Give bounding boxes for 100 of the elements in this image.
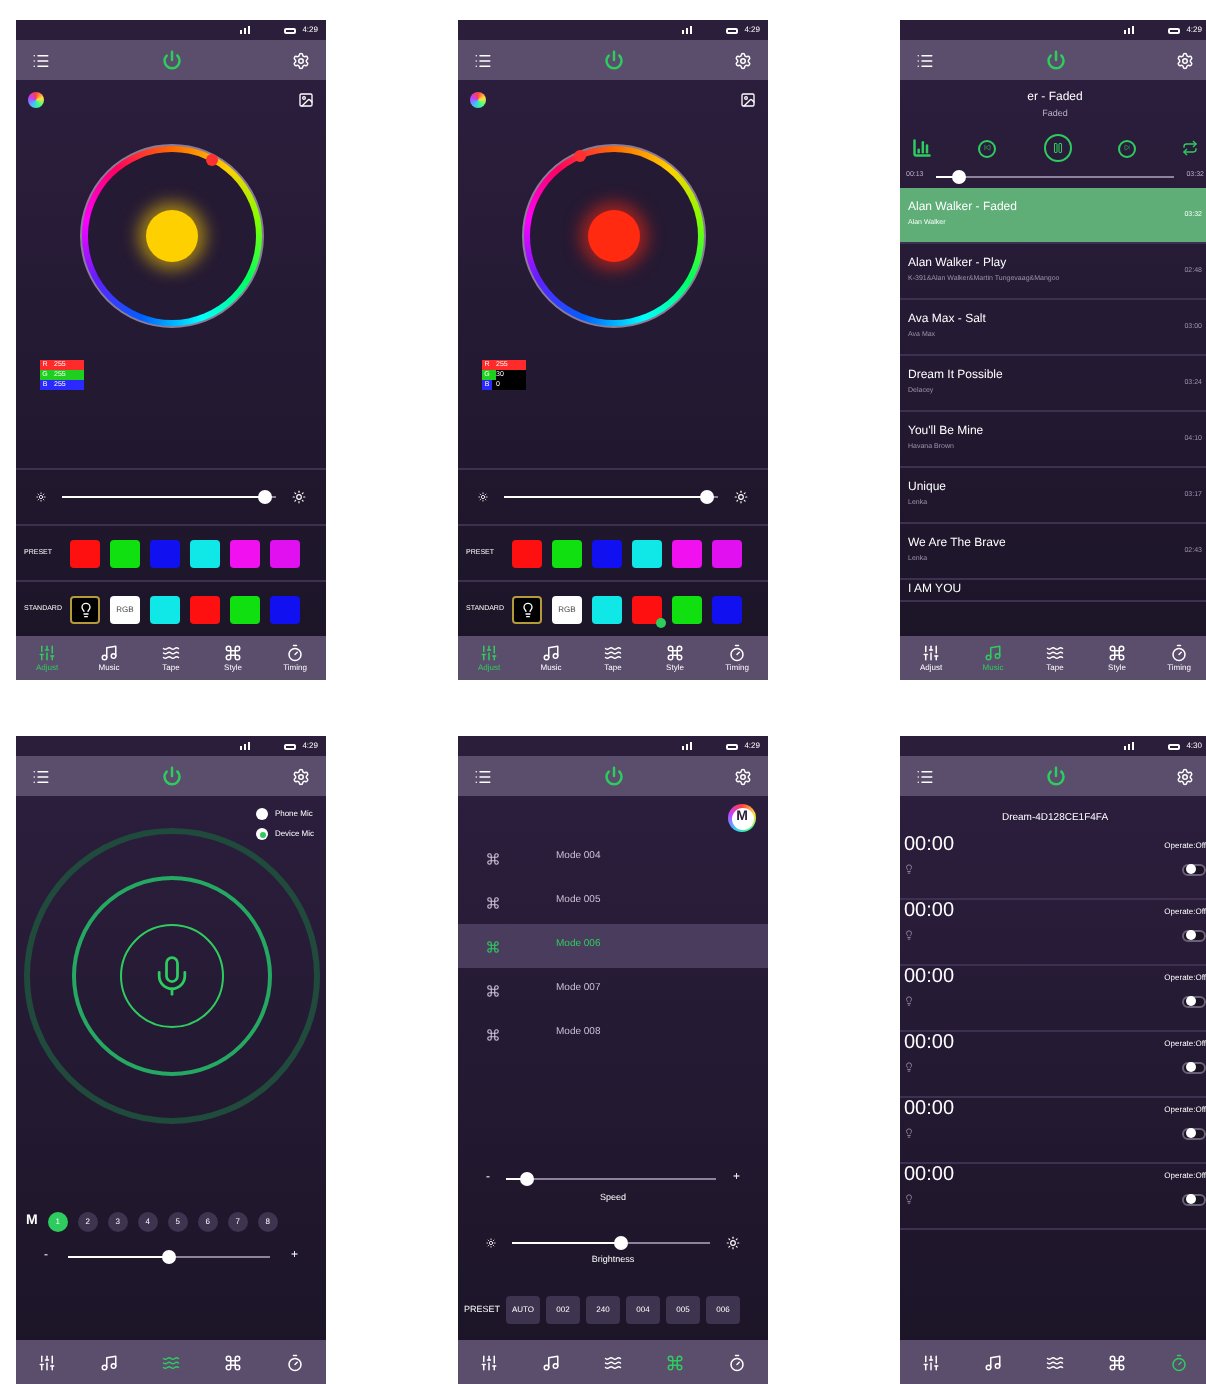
slider-thumb[interactable] bbox=[162, 1249, 177, 1263]
previous-button[interactable] bbox=[978, 139, 997, 157]
slider[interactable] bbox=[935, 169, 1175, 183]
repeat-icon[interactable] bbox=[1182, 140, 1198, 156]
radio-button[interactable] bbox=[256, 828, 269, 840]
color-swatch[interactable] bbox=[712, 539, 742, 567]
color-swatch[interactable] bbox=[150, 595, 180, 623]
settings-icon[interactable] bbox=[734, 767, 752, 785]
sliders-icon bbox=[38, 644, 56, 662]
power-icon[interactable] bbox=[603, 766, 623, 786]
menu-icon[interactable] bbox=[916, 767, 934, 785]
settings-icon[interactable] bbox=[734, 51, 752, 69]
waves-icon bbox=[162, 1353, 180, 1371]
waves-icon bbox=[604, 644, 622, 662]
color-palette-icon[interactable] bbox=[28, 92, 44, 108]
color-swatch[interactable] bbox=[190, 539, 220, 567]
color-swatch[interactable] bbox=[270, 539, 300, 567]
dim-sun-icon bbox=[486, 1238, 496, 1249]
power-icon[interactable] bbox=[603, 50, 623, 70]
menu-icon[interactable] bbox=[474, 51, 492, 69]
command-icon bbox=[224, 644, 242, 662]
settings-icon[interactable] bbox=[292, 767, 310, 785]
toggle-switch[interactable] bbox=[1182, 995, 1206, 1007]
bulb-button[interactable] bbox=[70, 595, 100, 623]
color-swatch[interactable] bbox=[592, 595, 622, 623]
menu-icon[interactable] bbox=[474, 767, 492, 785]
power-icon[interactable] bbox=[1045, 766, 1065, 786]
pause-button[interactable] bbox=[1043, 134, 1071, 162]
toggle-switch[interactable] bbox=[1182, 1193, 1206, 1205]
slider[interactable] bbox=[504, 490, 718, 504]
wheel-thumb[interactable] bbox=[574, 150, 587, 163]
next-button[interactable] bbox=[1117, 139, 1136, 157]
toggle-switch[interactable] bbox=[1182, 863, 1206, 875]
slider-thumb[interactable] bbox=[520, 1171, 535, 1185]
slider-thumb[interactable] bbox=[258, 490, 273, 504]
toggle-switch[interactable] bbox=[1182, 1127, 1206, 1139]
menu-icon[interactable] bbox=[916, 51, 934, 69]
bright-sun-icon bbox=[726, 1236, 740, 1251]
bulb-icon bbox=[904, 864, 914, 874]
signal-icon bbox=[1124, 742, 1135, 750]
color-swatch[interactable] bbox=[230, 595, 260, 623]
command-icon bbox=[666, 1353, 684, 1371]
slider-thumb[interactable] bbox=[952, 169, 967, 183]
slider-thumb[interactable] bbox=[613, 1236, 628, 1251]
mic-button[interactable] bbox=[119, 924, 223, 1028]
timer-time: 00:00 bbox=[904, 965, 955, 989]
color-swatch[interactable] bbox=[70, 539, 100, 567]
settings-icon[interactable] bbox=[292, 51, 310, 69]
toggle-switch[interactable] bbox=[1182, 929, 1206, 941]
power-icon[interactable] bbox=[161, 766, 181, 786]
color-swatch[interactable] bbox=[150, 539, 180, 567]
bulb-button[interactable] bbox=[512, 595, 542, 623]
toggle-switch[interactable] bbox=[1182, 1061, 1206, 1073]
power-icon[interactable] bbox=[161, 50, 181, 70]
color-swatch[interactable] bbox=[270, 595, 300, 623]
color-palette-icon[interactable] bbox=[470, 92, 486, 108]
command-icon bbox=[486, 983, 500, 997]
sliders-icon bbox=[38, 1353, 56, 1371]
color-swatch[interactable] bbox=[632, 595, 662, 623]
battery-icon bbox=[284, 27, 297, 33]
command-icon bbox=[486, 895, 500, 909]
command-icon bbox=[1108, 1353, 1126, 1371]
timer-time: 00:00 bbox=[904, 1163, 955, 1187]
slider[interactable] bbox=[62, 490, 276, 504]
bulb-icon bbox=[904, 1194, 914, 1204]
battery-icon bbox=[726, 27, 739, 33]
equalizer-icon[interactable] bbox=[912, 138, 932, 158]
signal-icon bbox=[682, 26, 693, 34]
slider[interactable] bbox=[512, 1236, 710, 1251]
menu-icon[interactable] bbox=[32, 767, 50, 785]
slider[interactable] bbox=[506, 1171, 717, 1185]
color-swatch[interactable] bbox=[552, 539, 582, 567]
menu-icon[interactable] bbox=[32, 51, 50, 69]
color-swatch[interactable] bbox=[632, 539, 662, 567]
settings-icon[interactable] bbox=[1176, 767, 1194, 785]
bulb-icon bbox=[904, 1128, 914, 1138]
command-icon bbox=[486, 1027, 500, 1041]
color-swatch[interactable] bbox=[592, 539, 622, 567]
settings-icon[interactable] bbox=[1176, 51, 1194, 69]
color-swatch[interactable] bbox=[672, 595, 702, 623]
signal-icon bbox=[240, 26, 251, 34]
battery-icon bbox=[1168, 743, 1181, 749]
color-swatch[interactable] bbox=[512, 539, 542, 567]
color-swatch[interactable] bbox=[190, 595, 220, 623]
image-icon[interactable] bbox=[298, 92, 314, 108]
color-swatch[interactable] bbox=[110, 539, 140, 567]
image-icon[interactable] bbox=[740, 92, 756, 108]
slider-thumb[interactable] bbox=[700, 490, 715, 504]
power-icon[interactable] bbox=[1045, 50, 1065, 70]
bright-sun-icon bbox=[734, 490, 748, 504]
radio-button[interactable] bbox=[256, 808, 269, 820]
color-swatch[interactable] bbox=[672, 539, 702, 567]
dim-sun-icon bbox=[478, 492, 488, 502]
color-swatch[interactable] bbox=[712, 595, 742, 623]
command-icon bbox=[666, 644, 684, 662]
slider[interactable] bbox=[68, 1249, 271, 1263]
color-swatch[interactable] bbox=[230, 539, 260, 567]
sliders-icon bbox=[922, 1353, 940, 1371]
bulb-icon bbox=[904, 996, 914, 1006]
timer-time: 00:00 bbox=[904, 899, 955, 923]
